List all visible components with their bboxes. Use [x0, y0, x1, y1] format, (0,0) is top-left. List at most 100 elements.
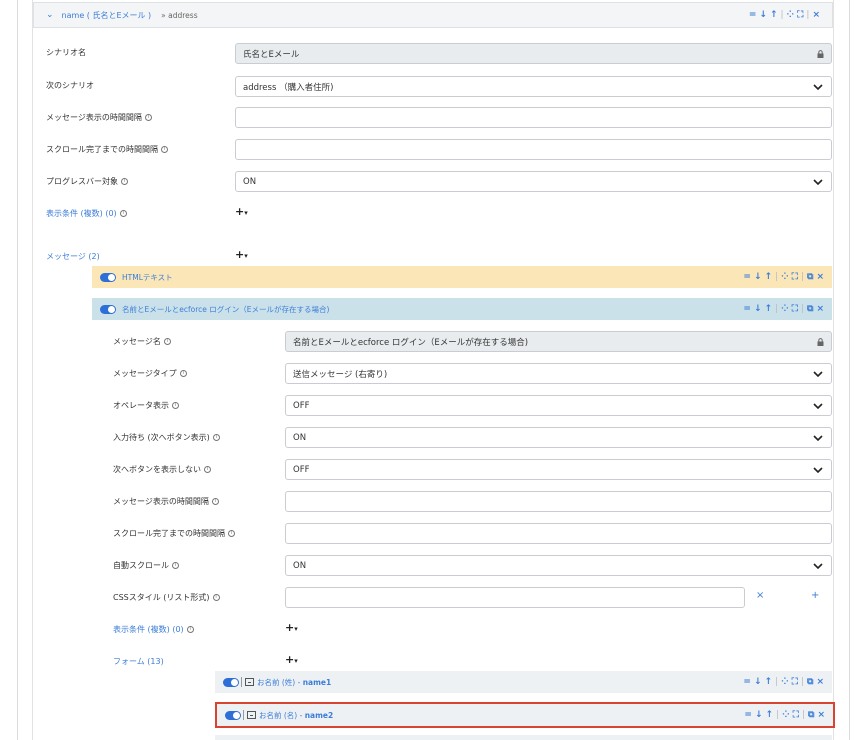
toggle-switch[interactable]	[100, 304, 116, 314]
move-up-icon[interactable]: ↑	[770, 10, 778, 20]
expand-icon[interactable]: ⛶	[792, 677, 798, 687]
close-icon[interactable]: ×	[816, 304, 824, 314]
menu-icon[interactable]: =	[749, 10, 757, 20]
divider	[243, 710, 244, 720]
menu-icon[interactable]: =	[743, 304, 751, 314]
message-band-html[interactable]: HTMLテキスト = ↓ ↑ | ⁘ ⛶ | ⧉ ×	[92, 266, 832, 288]
hide-next-select[interactable]: OFF	[285, 459, 832, 480]
chevron-down-icon	[813, 562, 823, 569]
copy-icon[interactable]: ⧉	[807, 272, 813, 282]
menu-icon[interactable]: =	[743, 677, 751, 687]
collapse-icon[interactable]: ⁘	[781, 677, 789, 687]
css-add-button[interactable]: +	[811, 590, 819, 601]
info-icon: i	[204, 466, 211, 473]
forms-link[interactable]: フォーム (13)	[113, 656, 164, 667]
scroll-interval-input[interactable]	[235, 139, 832, 160]
info-icon: i	[228, 530, 235, 537]
copy-icon[interactable]: ⧉	[807, 677, 813, 687]
move-down-icon[interactable]: ↓	[754, 304, 762, 314]
scroll-interval-label: スクロール完了までの時間間隔 i	[46, 144, 168, 155]
expand-icon[interactable]: ⛶	[792, 272, 798, 282]
scenario-name-label: シナリオ名	[46, 48, 86, 57]
collapse-icon[interactable]: ⁘	[781, 304, 789, 314]
close-icon[interactable]: ×	[817, 710, 825, 720]
copy-icon[interactable]: ⧉	[807, 304, 813, 314]
css-style-input[interactable]	[285, 587, 745, 608]
messages-link[interactable]: メッセージ (2)	[46, 251, 100, 262]
css-clear-button[interactable]: ×	[756, 590, 764, 601]
expand-icon[interactable]: ⛶	[792, 304, 798, 314]
toggle-switch[interactable]	[223, 677, 239, 687]
chevron-down-icon	[813, 434, 823, 441]
msg-detail-interval-input[interactable]	[285, 491, 832, 512]
collapse-icon[interactable]: ⁘	[782, 710, 790, 720]
toggle-switch[interactable]	[100, 272, 116, 282]
move-up-icon[interactable]: ↑	[765, 677, 773, 687]
scenario-name-field[interactable]: 氏名とEメール	[235, 43, 832, 64]
message-name-label: メッセージ名 i	[113, 336, 171, 347]
toggle-switch[interactable]	[225, 710, 241, 720]
expand-icon[interactable]: ⛶	[793, 710, 799, 720]
msg-detail-scroll-input[interactable]	[285, 523, 832, 544]
menu-icon[interactable]: =	[744, 710, 752, 720]
add-condition-menu[interactable]: +▾	[235, 205, 248, 218]
move-down-icon[interactable]: ↓	[754, 677, 762, 687]
form-title[interactable]: お名前 (名) - name2	[259, 710, 744, 721]
add-message-condition-menu[interactable]: +▾	[285, 621, 298, 634]
close-icon[interactable]: ×	[816, 677, 824, 687]
move-up-icon[interactable]: ↑	[766, 710, 774, 720]
progress-bar-select[interactable]: ON	[235, 171, 832, 192]
chevron-down-icon	[813, 370, 823, 377]
next-scenario-select[interactable]: address （購入者住所)	[235, 76, 832, 97]
divider: |	[800, 272, 805, 282]
form-field-icon	[245, 678, 254, 686]
form-title[interactable]: お名前 (姓) - name1	[257, 677, 743, 688]
chevron-down-icon[interactable]: ⌄	[46, 10, 54, 20]
menu-icon[interactable]: =	[743, 272, 751, 282]
collapse-icon[interactable]: ⁘	[781, 272, 789, 282]
scenario-conditions-link[interactable]: 表示条件 (複数) (0) i	[46, 208, 127, 219]
expand-icon[interactable]: ⛶	[797, 10, 803, 20]
divider: |	[775, 304, 779, 314]
move-down-icon[interactable]: ↓	[759, 10, 767, 20]
collapse-icon[interactable]: ⁘	[787, 10, 795, 20]
info-icon: i	[163, 338, 171, 345]
autoscroll-label: 自動スクロール i	[113, 560, 179, 571]
info-icon: i	[144, 114, 152, 121]
message-conditions-link[interactable]: 表示条件 (複数) (0) i	[113, 624, 194, 635]
info-icon: i	[121, 178, 128, 185]
copy-icon[interactable]: ⧉	[808, 710, 814, 720]
divider: |	[775, 272, 779, 282]
msg-interval-label: メッセージ表示の時間間隔 i	[46, 112, 152, 123]
divider: |	[776, 710, 780, 720]
autoscroll-select[interactable]: ON	[285, 555, 832, 576]
message-title[interactable]: HTMLテキスト	[122, 272, 743, 283]
divider: |	[801, 710, 806, 720]
info-icon: i	[186, 626, 194, 633]
move-down-icon[interactable]: ↓	[755, 710, 763, 720]
scenario-link[interactable]: name ( 氏名とEメール )	[62, 10, 152, 21]
hide-next-label: 次へボタンを表示しない i	[113, 464, 211, 475]
message-type-select[interactable]: 送信メッセージ (右寄り)	[285, 363, 832, 384]
outer-frame-left	[17, 0, 18, 740]
msg-interval-input[interactable]	[235, 107, 832, 128]
move-up-icon[interactable]: ↑	[765, 304, 773, 314]
form-row-name2[interactable]: お名前 (名) - name2 = ↓ ↑ | ⁘ ⛶ | ⧉ ×	[215, 702, 835, 728]
move-up-icon[interactable]: ↑	[765, 272, 773, 282]
header-toolbar: = ↓ ↑ | ⁘ ⛶ | ×	[749, 10, 820, 20]
wait-input-select[interactable]: ON	[285, 427, 832, 448]
form-row-name1[interactable]: お名前 (姓) - name1 = ↓ ↑ | ⁘ ⛶ | ⧉ ×	[215, 671, 832, 693]
message-band-name-email[interactable]: 名前とEメールとecforce ログイン（Eメールが存在する場合) = ↓ ↑ …	[92, 298, 832, 320]
info-icon: i	[212, 594, 220, 601]
message-name-field[interactable]: 名前とEメールとecforce ログイン（Eメールが存在する場合)	[285, 331, 832, 352]
next-scenario-link[interactable]: » address	[161, 11, 197, 20]
add-form-menu[interactable]: +▾	[285, 653, 298, 666]
add-message-menu[interactable]: +▾	[235, 248, 248, 261]
info-icon: i	[179, 370, 187, 377]
move-down-icon[interactable]: ↓	[754, 272, 762, 282]
chevron-down-icon	[813, 178, 823, 185]
close-icon[interactable]: ×	[812, 10, 820, 20]
operator-select[interactable]: OFF	[285, 395, 832, 416]
message-title[interactable]: 名前とEメールとecforce ログイン（Eメールが存在する場合)	[122, 304, 743, 315]
close-icon[interactable]: ×	[816, 272, 824, 282]
